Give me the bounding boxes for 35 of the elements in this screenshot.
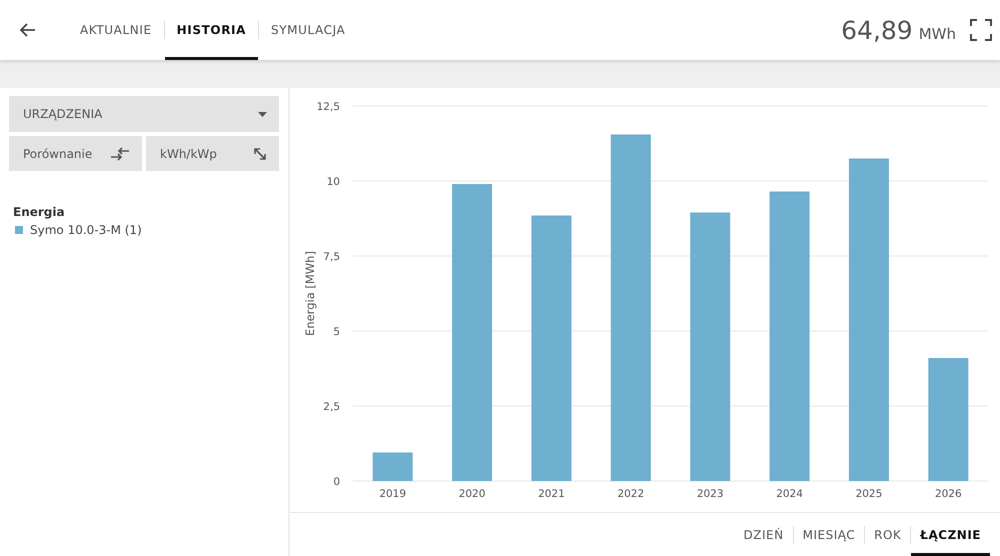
- nav-tab[interactable]: AKTUALNIE: [68, 0, 164, 60]
- nav-tab[interactable]: SYMULACJA: [259, 0, 358, 60]
- x-tick-label: 2026: [934, 488, 962, 500]
- x-tick-label: 2023: [696, 488, 724, 500]
- x-tick-label: 2020: [458, 488, 486, 500]
- y-tick-label: 10: [326, 176, 340, 188]
- total-energy-unit: MWh: [918, 24, 956, 42]
- period-tab[interactable]: DZIEŃ: [734, 513, 793, 556]
- swap-arrows-icon: [110, 146, 130, 160]
- option-button[interactable]: Porównanie: [9, 136, 142, 171]
- devices-dropdown[interactable]: URZĄDZENIA: [9, 96, 279, 132]
- x-tick-label: 2019: [379, 488, 406, 500]
- x-tick-label: 2025: [856, 488, 882, 500]
- legend-swatch: [15, 226, 23, 234]
- fullscreen-button[interactable]: [970, 19, 992, 41]
- back-arrow-icon: [20, 23, 36, 37]
- y-tick-label: 5: [333, 326, 340, 338]
- dropdown-caret-icon: [258, 112, 267, 116]
- legend-title: Energia: [13, 205, 66, 219]
- y-tick-label: 12,5: [316, 101, 340, 113]
- period-tab[interactable]: ROK: [865, 513, 910, 556]
- y-axis-title: Energia [MWh]: [303, 251, 317, 336]
- option-button[interactable]: kWh/kWp: [146, 136, 279, 171]
- bar: [372, 452, 413, 481]
- x-tick-label: 2024: [776, 488, 803, 500]
- x-tick-label: 2021: [538, 488, 565, 500]
- diagonal-arrows-icon: [253, 146, 267, 160]
- y-tick-label: 2,5: [323, 401, 340, 413]
- period-tab[interactable]: ŁĄCZNIE: [911, 513, 990, 556]
- legend-label: Symo 10.0-3-M (1): [30, 223, 142, 237]
- total-energy-value: 64,89: [841, 16, 913, 44]
- x-tick-label: 2022: [617, 488, 644, 500]
- y-tick-label: 0: [333, 476, 340, 488]
- period-tab[interactable]: MIESIĄC: [794, 513, 864, 556]
- y-tick-label: 7,5: [323, 251, 340, 263]
